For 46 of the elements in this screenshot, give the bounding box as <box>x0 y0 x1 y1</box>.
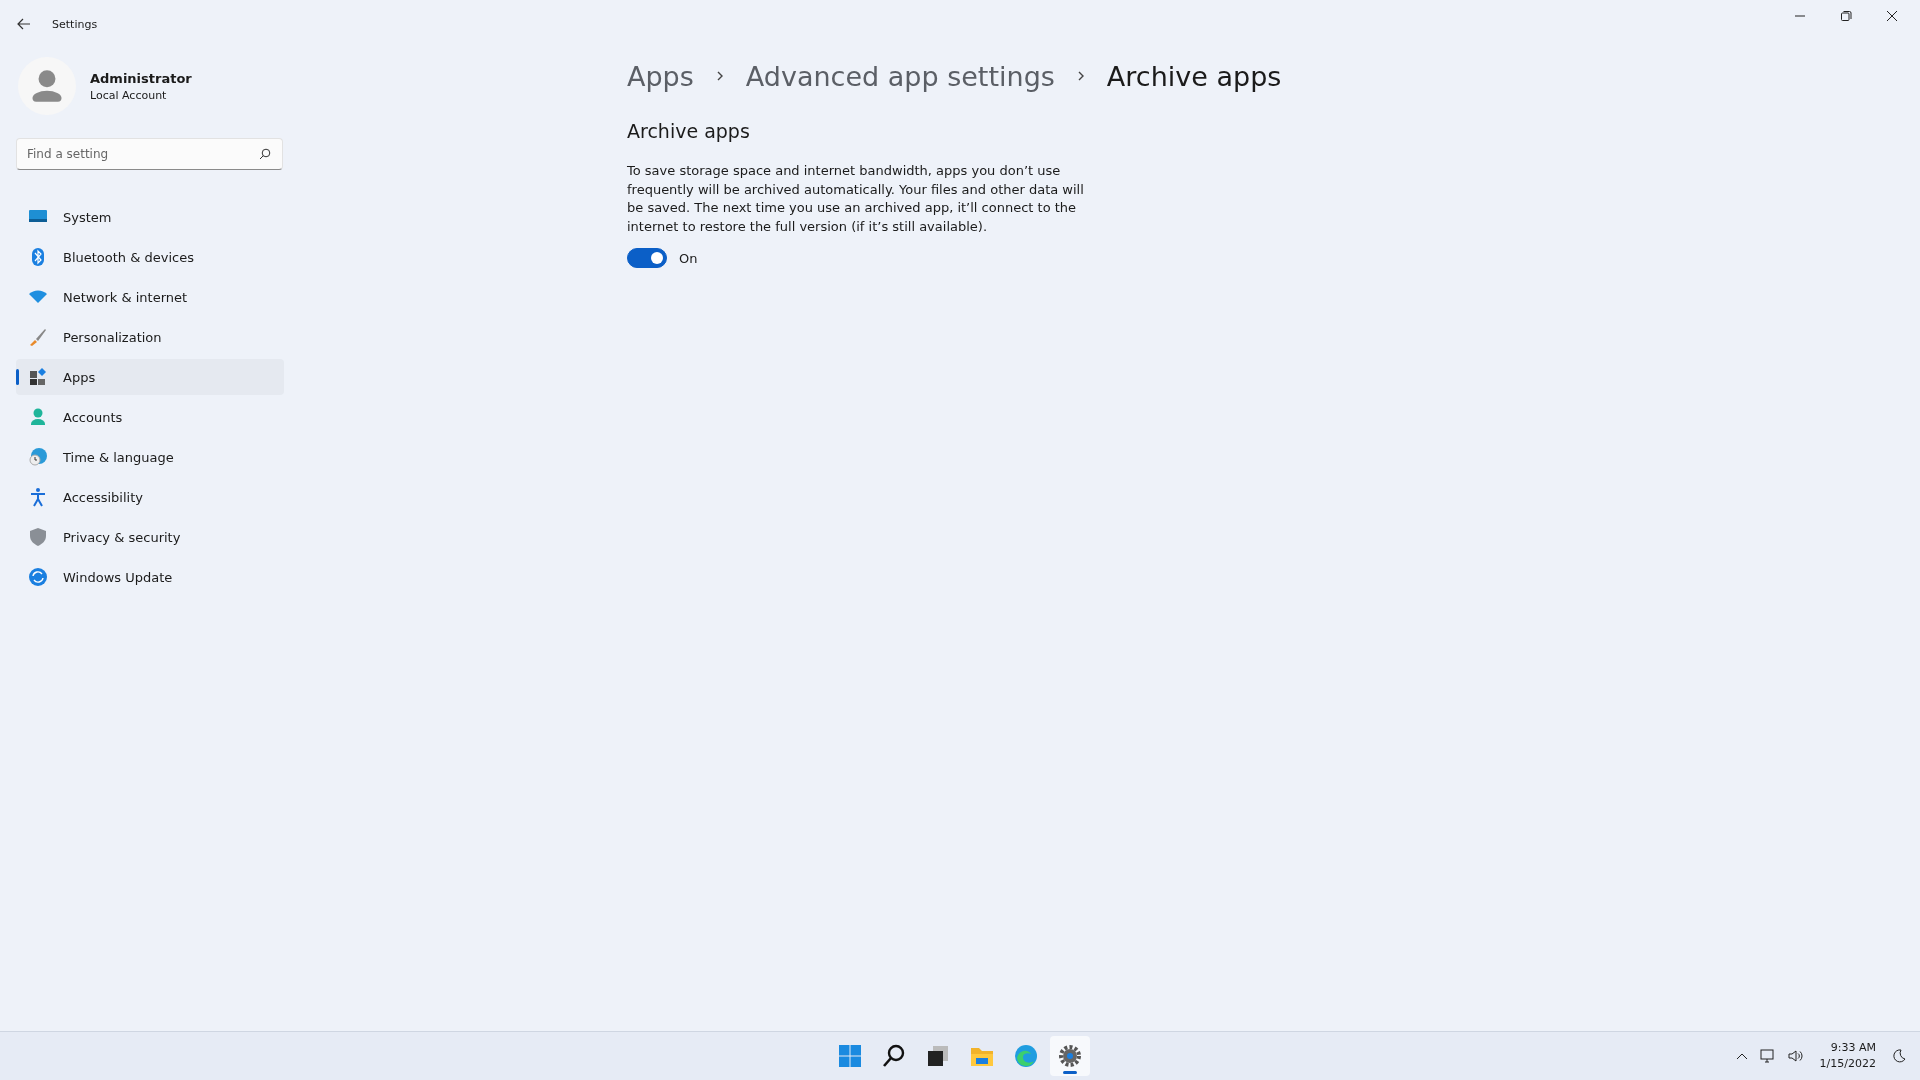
user-name: Administrator <box>90 70 192 86</box>
avatar-icon <box>18 57 76 115</box>
description-text: To save storage space and internet bandwidth, apps you don’t use frequently will be archived automatically. Your files and other data will be saved. The next time you use an archived app, it’ll connect to the internet to restore the full version (if it’s still available). <box>627 162 1085 236</box>
browser-icon <box>1012 1042 1040 1070</box>
chevron-right-icon <box>715 70 724 82</box>
clock[interactable]: 9:33 AM 1/15/2022 <box>1815 1040 1880 1072</box>
nav-item[interactable]: Personalization <box>16 319 284 355</box>
network-icon[interactable] <box>1759 1049 1776 1063</box>
nav-item[interactable]: Accounts <box>16 399 284 435</box>
page-title: Archive apps <box>1106 60 1282 92</box>
nav-item[interactable]: Windows Update <box>16 559 284 595</box>
accessibility-icon <box>28 487 48 507</box>
breadcrumb-link[interactable]: Apps <box>627 60 694 92</box>
restore-icon[interactable] <box>1840 10 1852 22</box>
update-icon <box>28 567 48 587</box>
account-type: Local Account <box>90 88 168 102</box>
toggle-switch[interactable] <box>627 248 667 268</box>
paintbrush-icon <box>28 327 48 347</box>
nav-item[interactable]: Network & internet <box>16 279 284 315</box>
globe-clock-icon <box>28 447 48 467</box>
close-icon[interactable] <box>1886 10 1898 22</box>
back-icon[interactable] <box>17 18 31 30</box>
toggle-label: On <box>679 250 698 266</box>
search-field[interactable]: Find a setting <box>16 138 283 170</box>
chevron-right-icon <box>1076 70 1085 82</box>
moon-icon[interactable] <box>1892 1049 1906 1063</box>
apps-icon <box>28 367 48 387</box>
search-icon <box>259 148 271 160</box>
section-title: Archive apps <box>627 120 751 142</box>
nav-item[interactable]: Privacy & security <box>16 519 284 555</box>
running-indicator <box>1063 1071 1077 1074</box>
nav-item[interactable]: Accessibility <box>16 479 284 515</box>
windows-logo-icon <box>836 1042 864 1070</box>
nav-item[interactable]: System <box>16 199 284 235</box>
taskbar-button[interactable] <box>1050 1036 1090 1076</box>
person-icon <box>28 407 48 427</box>
volume-icon[interactable] <box>1787 1049 1804 1063</box>
window-title: Settings <box>52 17 98 31</box>
nav-item[interactable]: Apps <box>16 359 284 395</box>
selection-indicator <box>16 369 19 385</box>
gear-icon <box>1056 1042 1084 1070</box>
nav-item[interactable]: Bluetooth & devices <box>16 239 284 275</box>
shield-icon <box>28 527 48 547</box>
nav-item[interactable]: Time & language <box>16 439 284 475</box>
breadcrumb-link[interactable]: Advanced app settings <box>745 60 1055 92</box>
chevron-up-icon[interactable] <box>1735 1052 1748 1060</box>
